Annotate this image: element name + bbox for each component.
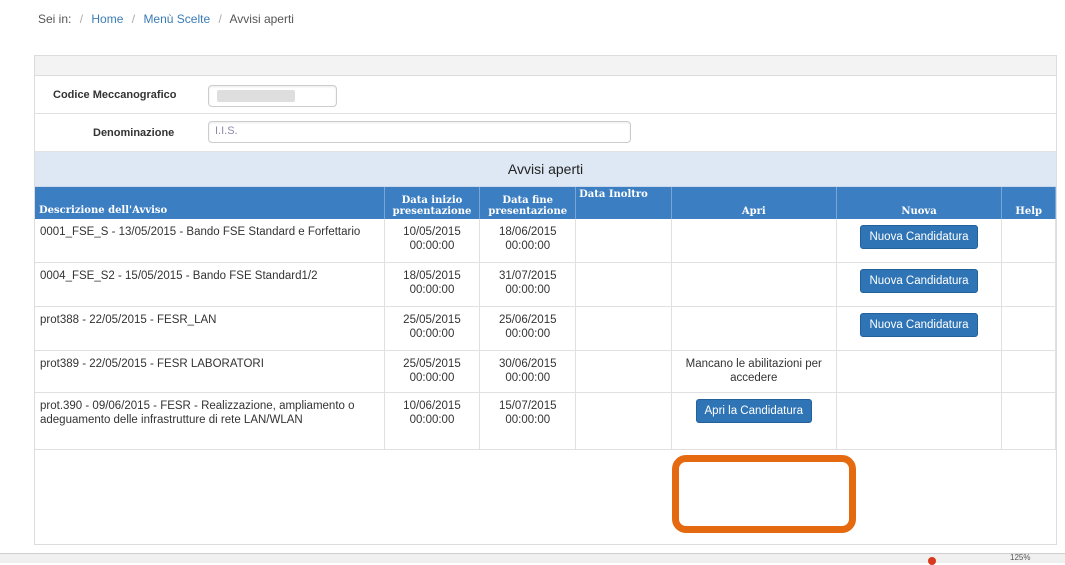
redacted-value	[217, 90, 295, 102]
cell-nuova	[836, 392, 1003, 450]
abilitazioni-message: Mancano le abilitazioni per accedere	[685, 358, 822, 384]
table-row: 0004_FSE_S2 - 15/05/2015 - Bando FSE Sta…	[35, 262, 1056, 307]
breadcrumb-separator: /	[131, 12, 136, 26]
cell-data-inoltro	[575, 350, 672, 393]
cell-data-fine: 30/06/2015 00:00:00	[479, 350, 577, 393]
cell-data-fine: 31/07/2015 00:00:00	[479, 262, 577, 307]
cell-apri	[671, 306, 837, 351]
nuova-candidatura-button[interactable]: Nuova Candidatura	[860, 313, 978, 337]
cell-nuova: Nuova Candidatura	[836, 219, 1003, 263]
cell-descrizione: prot388 - 22/05/2015 - FESR_LAN	[35, 306, 385, 351]
breadcrumb: Sei in: / Home / Menù Scelte / Avvisi ap…	[38, 12, 294, 26]
header-data-inoltro: Data Inoltro	[575, 187, 672, 219]
table-row: prot.390 - 09/06/2015 - FESR - Realizzaz…	[35, 392, 1056, 450]
header-data-inizio: Data inizio presentazione	[384, 187, 481, 219]
nuova-candidatura-button[interactable]: Nuova Candidatura	[860, 269, 978, 293]
panel-header	[35, 56, 1056, 76]
denominazione-value: I.I.S.	[215, 125, 238, 137]
cell-data-fine: 25/06/2015 00:00:00	[479, 306, 577, 351]
blocked-icon	[928, 557, 936, 565]
table-row: 0001_FSE_S - 13/05/2015 - Bando FSE Stan…	[35, 219, 1056, 263]
header-descrizione: Descrizione dell'Avviso	[35, 187, 385, 219]
cell-nuova	[836, 350, 1003, 393]
cell-apri	[671, 262, 837, 307]
cell-help	[1001, 306, 1056, 351]
cell-apri	[671, 219, 837, 263]
denominazione-input[interactable]: I.I.S.	[208, 121, 631, 143]
denominazione-label: Denominazione	[93, 127, 175, 139]
cell-data-inoltro	[575, 219, 672, 263]
highlight-frame	[672, 455, 856, 533]
cell-data-inoltro	[575, 392, 672, 450]
cell-help	[1001, 219, 1056, 263]
codice-row: Codice Meccanografico	[35, 76, 1056, 114]
cell-descrizione: 0004_FSE_S2 - 15/05/2015 - Bando FSE Sta…	[35, 262, 385, 307]
cell-data-inoltro	[575, 306, 672, 351]
cell-descrizione: prot389 - 22/05/2015 - FESR LABORATORI	[35, 350, 385, 393]
cell-data-fine: 15/07/2015 00:00:00	[479, 392, 577, 450]
cell-data-inizio: 10/06/2015 00:00:00	[384, 392, 481, 450]
table-header-row: Descrizione dell'Avviso Data inizio pres…	[35, 187, 1056, 219]
header-nuova: Nuova	[836, 187, 1003, 219]
table-row: prot388 - 22/05/2015 - FESR_LAN 25/05/20…	[35, 306, 1056, 351]
breadcrumb-separator: /	[218, 12, 222, 26]
cell-descrizione: prot.390 - 09/06/2015 - FESR - Realizzaz…	[35, 392, 385, 450]
cell-data-inizio: 18/05/2015 00:00:00	[384, 262, 481, 307]
breadcrumb-prefix: Sei in:	[38, 12, 72, 26]
breadcrumb-separator: /	[79, 12, 84, 26]
header-data-fine: Data fine presentazione	[479, 187, 577, 219]
cell-help	[1001, 350, 1056, 393]
breadcrumb-current: Avvisi aperti	[229, 12, 294, 26]
codice-label: Codice Meccanografico	[53, 89, 177, 101]
breadcrumb-link-menu-scelte[interactable]: Menù Scelte	[143, 12, 210, 26]
zoom-level[interactable]: 125%	[1010, 553, 1030, 562]
cell-apri: Apri la Candidatura	[671, 392, 837, 450]
avvisi-table: Descrizione dell'Avviso Data inizio pres…	[35, 187, 1056, 450]
nuova-candidatura-button[interactable]: Nuova Candidatura	[860, 225, 978, 249]
cell-nuova: Nuova Candidatura	[836, 306, 1003, 351]
cell-data-inizio: 10/05/2015 00:00:00	[384, 219, 481, 263]
cell-data-inoltro	[575, 262, 672, 307]
cell-help	[1001, 392, 1056, 450]
avvisi-panel: Codice Meccanografico Denominazione I.I.…	[34, 55, 1057, 545]
cell-data-fine: 18/06/2015 00:00:00	[479, 219, 577, 263]
codice-input[interactable]	[208, 85, 337, 107]
apri-candidatura-button[interactable]: Apri la Candidatura	[695, 399, 812, 423]
table-row: prot389 - 22/05/2015 - FESR LABORATORI 2…	[35, 350, 1056, 393]
denominazione-row: Denominazione I.I.S.	[35, 114, 1056, 152]
breadcrumb-link-home[interactable]: Home	[91, 12, 123, 26]
cell-data-inizio: 25/05/2015 00:00:00	[384, 350, 481, 393]
cell-descrizione: 0001_FSE_S - 13/05/2015 - Bando FSE Stan…	[35, 219, 385, 263]
header-help: Help	[1001, 187, 1056, 219]
cell-apri: Mancano le abilitazioni per accedere	[671, 350, 837, 393]
cell-data-inizio: 25/05/2015 00:00:00	[384, 306, 481, 351]
cell-help	[1001, 262, 1056, 307]
section-title: Avvisi aperti	[35, 152, 1056, 187]
header-apri: Apri	[671, 187, 837, 219]
cell-nuova: Nuova Candidatura	[836, 262, 1003, 307]
